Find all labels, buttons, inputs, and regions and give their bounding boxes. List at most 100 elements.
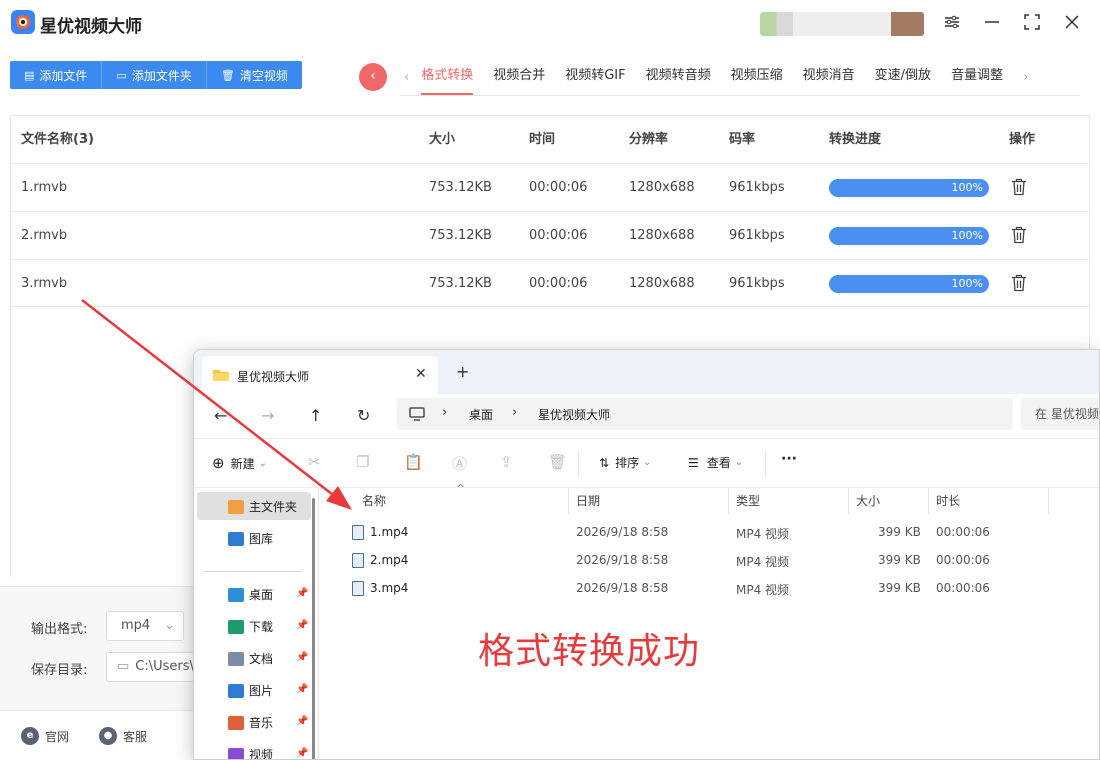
header-time[interactable]: 时间	[529, 116, 555, 164]
delete-row-icon[interactable]	[1011, 274, 1027, 292]
header-progress[interactable]: 转换进度	[829, 116, 881, 164]
file-row[interactable]: 2.mp4 2026/9/18 8:58 MP4 视频 399 KB 00:00:06	[328, 546, 1099, 574]
explorer-tab[interactable]: 星优视频大师 ✕	[202, 356, 438, 394]
clear-videos-button[interactable]: 🗑 清空视频	[206, 61, 302, 89]
maximize-icon[interactable]	[1022, 12, 1042, 32]
pin-icon[interactable]: 📌	[296, 716, 308, 727]
website-icon: e	[21, 727, 39, 745]
chevron-down-icon: ⌄	[164, 618, 175, 633]
tab-6[interactable]: 视频消音	[803, 60, 855, 95]
nav-item-label: 文档	[249, 652, 274, 666]
add-file-button[interactable]: ▤ 添加文件	[10, 61, 103, 89]
tab-8[interactable]: 音量调整	[951, 60, 1003, 95]
add-folder-button[interactable]: ▭ 添加文件夹	[102, 61, 207, 89]
table-row[interactable]: 2.rmvb 753.12KB 00:00:06 1280x688 961kbps 100…	[11, 212, 1089, 260]
nav-item-desktop[interactable]: 桌面	[228, 586, 273, 603]
tabs-scroll-left-icon[interactable]: ‹	[404, 70, 409, 85]
close-tab-icon[interactable]: ✕	[415, 366, 427, 382]
sort-button[interactable]: ⇅ 排序 ⌄	[599, 454, 651, 471]
progress-label: 100%	[951, 229, 983, 242]
cell-time: 00:00:06	[529, 276, 588, 291]
paste-icon[interactable]: 📋	[404, 453, 423, 471]
file-row[interactable]: 1.mp4 2026/9/18 8:58 MP4 视频 399 KB 00:00:06	[328, 518, 1099, 546]
rename-icon[interactable]: Ⓐ	[452, 453, 467, 474]
close-icon[interactable]	[1062, 12, 1082, 32]
nav-item-home[interactable]: 主文件夹	[228, 498, 297, 515]
folder-icon	[213, 370, 229, 381]
user-avatar[interactable]	[760, 12, 924, 36]
column-duration[interactable]: 时长	[936, 492, 960, 509]
nav-item-download[interactable]: 下载	[228, 618, 273, 635]
pin-icon[interactable]: 📌	[296, 620, 308, 631]
breadcrumb-folder[interactable]: 星优视频大师	[538, 406, 610, 423]
website-link[interactable]: e 官网	[21, 727, 69, 745]
tab-4[interactable]: 视频转音频	[646, 60, 711, 95]
breadcrumb-desktop[interactable]: 桌面	[469, 406, 493, 423]
app-logo-icon	[11, 10, 35, 34]
nav-item-gallery[interactable]: 图库	[228, 530, 273, 547]
settings-icon[interactable]	[942, 12, 962, 32]
header-name[interactable]: 文件名称(3)	[21, 116, 94, 164]
cell-bitrate: 961kbps	[729, 180, 785, 195]
file-row[interactable]: 3.mp4 2026/9/18 8:58 MP4 视频 399 KB 00:00:06	[328, 574, 1099, 602]
folder-icon: ▭	[116, 68, 127, 82]
nav-item-video[interactable]: 视频	[228, 746, 273, 759]
pin-icon[interactable]: 📌	[296, 748, 308, 759]
forward-icon[interactable]: →	[261, 406, 274, 425]
file-table: 文件名称(3) 大小 时间 分辨率 码率 转换进度 操作 1.rmvb 753.1…	[10, 115, 1090, 307]
up-icon[interactable]: ↑	[309, 406, 322, 425]
pin-icon[interactable]: 📌	[296, 684, 308, 695]
tabs-scroll-right-icon[interactable]: ›	[1023, 70, 1028, 85]
column-name[interactable]: 名称	[362, 492, 386, 509]
table-row[interactable]: 3.rmvb 753.12KB 00:00:06 1280x688 961kbps 100…	[11, 260, 1089, 308]
nav-scrollbar[interactable]	[312, 498, 315, 759]
more-button[interactable]: ···	[781, 451, 797, 467]
tab-2[interactable]: 视频合并	[493, 60, 545, 95]
new-button[interactable]: ⊕ 新建 ⌄	[212, 454, 267, 472]
tab-3[interactable]: 视频转GIF	[565, 60, 625, 95]
header-resolution[interactable]: 分辨率	[629, 116, 668, 164]
share-icon[interactable]: ⇪	[500, 453, 513, 471]
tab-7[interactable]: 变速/倒放	[875, 60, 931, 95]
video-file-icon	[352, 525, 364, 540]
collapse-sidebar-button[interactable]: ‹	[359, 63, 387, 91]
delete-icon[interactable]: 🗑	[548, 453, 567, 471]
file-list: ^ 名称 日期 类型 大小 时长 1.mp4 2026/9/18 8:58 MP4 …	[328, 482, 1099, 759]
column-type[interactable]: 类型	[736, 492, 760, 509]
nav-item-pictures[interactable]: 图片	[228, 682, 273, 699]
minimize-icon[interactable]	[982, 12, 1002, 32]
progress-label: 100%	[951, 181, 983, 194]
cell-name: 1.rmvb	[21, 180, 68, 195]
column-size[interactable]: 大小	[856, 492, 880, 509]
sort-indicator-icon: ^	[456, 482, 466, 495]
cut-icon[interactable]: ✂	[308, 453, 321, 471]
refresh-icon[interactable]: ↻	[357, 406, 370, 425]
pin-icon[interactable]: 📌	[296, 588, 308, 599]
support-link[interactable]: ● 客服	[99, 727, 147, 745]
search-box[interactable]: 在 星优视频	[1021, 398, 1099, 430]
view-label: 查看	[706, 456, 731, 470]
new-tab-icon[interactable]: +	[456, 362, 469, 381]
column-date[interactable]: 日期	[576, 492, 600, 509]
nav-item-document[interactable]: 文档	[228, 650, 273, 667]
tab-5[interactable]: 视频压缩	[731, 60, 783, 95]
pin-icon[interactable]: 📌	[296, 652, 308, 663]
delete-row-icon[interactable]	[1011, 178, 1027, 196]
output-format-select[interactable]: mp4 ⌄	[106, 611, 184, 641]
file-type: MP4 视频	[736, 527, 790, 541]
music-icon	[228, 715, 244, 730]
file-name: 1.mp4	[370, 525, 409, 539]
copy-icon[interactable]: ❐	[356, 453, 369, 471]
header-bitrate[interactable]: 码率	[729, 116, 755, 164]
table-row[interactable]: 1.rmvb 753.12KB 00:00:06 1280x688 961kbps 100…	[11, 164, 1089, 212]
back-icon[interactable]: ←	[214, 406, 227, 425]
file-icon: ▤	[24, 68, 35, 82]
delete-row-icon[interactable]	[1011, 226, 1027, 244]
view-button[interactable]: ☰ 查看 ⌄	[688, 454, 743, 471]
file-size: 399 KB	[878, 581, 921, 595]
header-size[interactable]: 大小	[429, 116, 455, 164]
tab-1[interactable]: 格式转换	[421, 60, 474, 95]
save-dir-field[interactable]: ▭ C:\Users\y	[106, 652, 206, 682]
nav-item-music[interactable]: 音乐	[228, 714, 273, 731]
address-bar[interactable]: › 桌面 › 星优视频大师	[397, 398, 1013, 430]
